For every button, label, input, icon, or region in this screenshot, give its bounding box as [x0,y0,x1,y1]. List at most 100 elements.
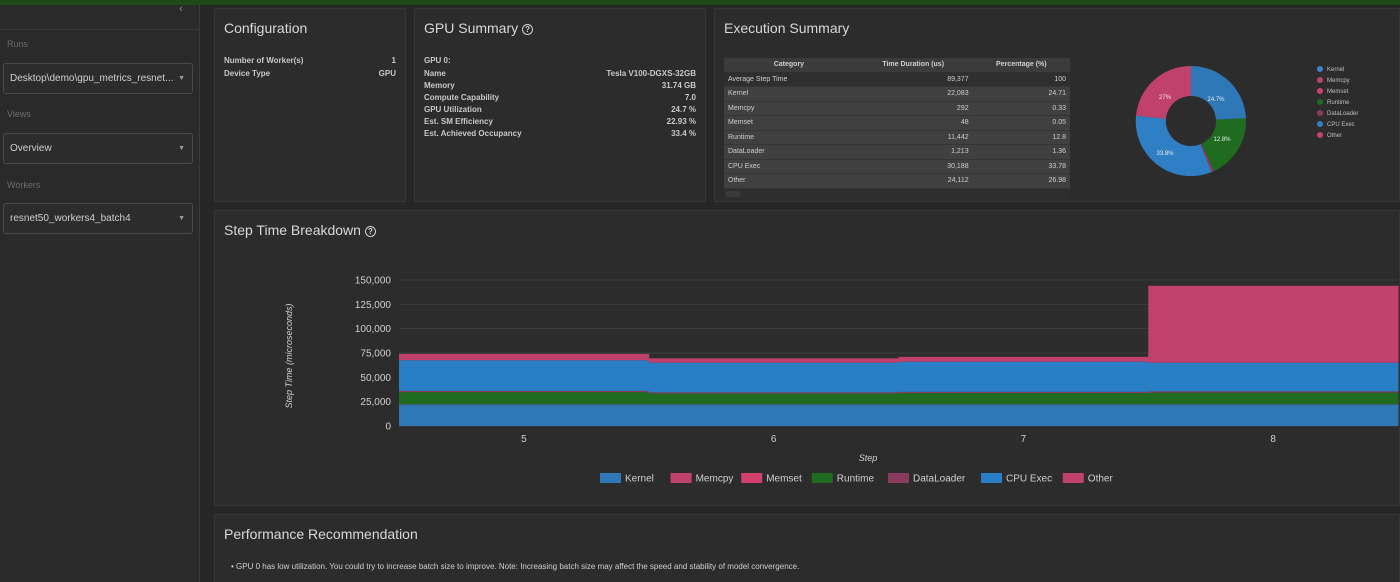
dropdown-arrow-icon: ▼ [178,145,185,152]
legend-label[interactable]: Other [1088,474,1114,485]
config-value: 1 [391,56,396,65]
area-segment-kernel[interactable] [1148,404,1399,426]
legend-swatch[interactable] [670,473,692,483]
duration-cell: 11,442 [853,130,973,145]
area-segment-other[interactable] [399,353,650,361]
y-tick-label: 150,000 [355,276,392,287]
runs-select[interactable]: Desktop\demo\gpu_metrics_resnet... ▼ [3,63,193,94]
legend-label: Memcpy [1327,78,1350,84]
duration-cell: 1,213 [853,144,973,160]
y-axis-label: Step Time (microseconds) [284,304,294,409]
legend-label[interactable]: Kernel [625,474,654,485]
y-tick-label: 125,000 [355,300,392,311]
area-segment-other[interactable] [898,356,1149,362]
help-icon[interactable]: ? [522,24,534,35]
gpu-key: Name [424,69,446,78]
gpu-key: Est. SM Efficiency [424,117,493,126]
views-select[interactable]: Overview ▼ [3,133,193,164]
legend-label[interactable]: CPU Exec [1006,474,1052,485]
sidebar: ‹ Runs Desktop\demo\gpu_metrics_resnet..… [0,3,200,582]
area-segment-runtime[interactable] [898,393,1149,405]
x-tick-label: 8 [1270,434,1276,445]
legend-item[interactable]: DataLoader [1317,110,1358,117]
table-scrollbar[interactable] [724,190,1070,199]
chart-legend: Kernel Memcpy Memset Runtime DataLoader CPU E… [600,473,1113,485]
legend-label: Memset [1327,89,1349,95]
configuration-title: Configuration [224,20,308,36]
legend-item[interactable]: CPU Exec [1317,121,1355,128]
y-tick-label: 100,000 [355,324,392,335]
legend-swatch [1317,121,1323,127]
config-value: GPU [378,69,396,78]
y-tick-labels: 150,000 125,000 100,000 75,000 50,000 25… [355,276,392,433]
legend-item[interactable]: Kernel [1317,66,1344,73]
pie-slice-other[interactable] [1136,65,1191,119]
area-segment-dataloader[interactable] [399,390,650,393]
legend-item[interactable]: Other [1317,132,1342,139]
area-segment-runtime[interactable] [648,393,899,405]
column-header[interactable]: Time Duration (us) [853,58,973,73]
performance-card: Performance Recommendation • GPU 0 has l… [214,514,1400,582]
legend-swatch[interactable] [600,473,621,483]
area-segment-runtime[interactable] [1148,392,1399,405]
gpu-header: GPU 0: [424,56,451,65]
legend-label[interactable]: DataLoader [913,474,966,485]
column-header[interactable]: Category [724,58,854,73]
legend-swatch [1317,132,1323,138]
duration-cell: 30,188 [853,159,973,174]
legend-label[interactable]: Runtime [837,474,875,485]
execution-donut-chart: 24.7% 12.8% 33.8% 27% [1135,65,1247,177]
duration-cell: 24,112 [853,173,973,189]
pie-slice-cpu-exec[interactable] [1135,115,1212,177]
area-segment-kernel[interactable] [399,404,650,426]
execution-summary-card: Execution Summary Category Time Duration… [714,8,1400,202]
workers-select[interactable]: resnet50_workers4_batch4 ▼ [3,203,193,234]
legend-item[interactable]: Memset [1317,88,1348,95]
legend-label[interactable]: Memcpy [696,474,734,485]
legend-swatch[interactable] [981,473,1002,483]
sidebar-divider [0,29,199,30]
area-segment-dataloader[interactable] [1148,391,1399,393]
x-axis-label: Step [859,453,878,463]
area-segment-kernel[interactable] [648,404,899,426]
percent-cell: 0.33 [972,101,1070,116]
collapse-sidebar-button[interactable]: ‹ [172,3,190,17]
legend-swatch[interactable] [811,473,833,483]
column-header[interactable]: Percentage (%) [972,58,1070,73]
area-segment-cpu-exec[interactable] [399,360,650,391]
area-segment-cpu-exec[interactable] [1148,362,1399,392]
area-segment-runtime[interactable] [399,392,650,405]
configuration-card: Configuration Number of Worker(s) 1 Devi… [214,8,406,202]
legend-item[interactable]: Memcpy [1317,77,1350,84]
area-segment-cpu-exec[interactable] [648,362,899,393]
category-cell: DataLoader [724,144,854,160]
table-row: Other 24,112 26.98 [724,173,1070,189]
pie-label-other: 27% [1159,95,1172,101]
pie-slice-kernel[interactable] [1191,65,1246,120]
legend-item[interactable]: Runtime [1317,99,1349,106]
area-segment-other[interactable] [648,358,899,363]
config-key: Device Type [224,69,271,78]
views-select-value: Overview [10,143,52,154]
y-tick-label: 75,000 [360,349,391,360]
area-segment-kernel[interactable] [898,404,1149,426]
legend-swatch[interactable] [741,473,763,483]
area-segment-dataloader[interactable] [648,392,899,394]
legend-swatch[interactable] [888,473,909,483]
legend-label[interactable]: Memset [766,474,802,485]
gpu-summary-card: GPU Summary? GPU 0: Name Tesla V100-DGXS… [414,8,706,202]
legend-swatch[interactable] [1062,473,1084,483]
area-segment-cpu-exec[interactable] [898,361,1149,392]
gpu-key: Compute Capability [424,93,500,102]
recommendation-item: • GPU 0 has low utilization. You could t… [231,562,799,571]
area-segment-other[interactable] [1148,285,1399,363]
legend-swatch [1317,110,1323,116]
area-segment-dataloader[interactable] [898,391,1149,394]
step-time-card: Step Time Breakdown? 150,000 125,000 100… [214,210,1400,506]
runs-select-value: Desktop\demo\gpu_metrics_resnet... [10,73,174,84]
category-cell: Average Step Time [724,72,854,87]
scrollbar-thumb[interactable] [726,191,740,197]
legend-label: CPU Exec [1327,122,1355,128]
legend-label: Runtime [1327,100,1350,106]
execution-table: Category Time Duration (us) Percentage (… [724,58,1070,189]
